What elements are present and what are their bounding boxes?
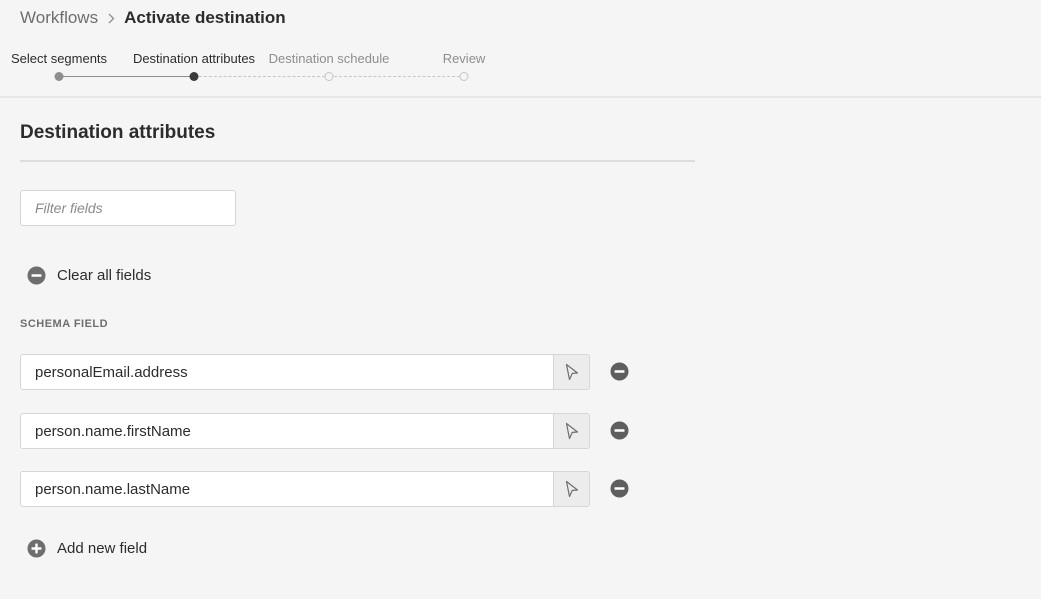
page-title: Activate destination [124,8,286,27]
chevron-right-icon [108,13,115,24]
filter-fields-input[interactable] [20,190,236,226]
step-destination-attributes[interactable]: Destination attributes [133,51,255,66]
step-destination-schedule: Destination schedule [268,51,390,66]
section-divider [20,160,695,162]
remove-field-button[interactable] [610,479,629,498]
remove-circle-icon [27,266,46,285]
clear-all-fields-label: Clear all fields [57,266,152,284]
workflow-stepper: Select segments Destination attributes D… [0,48,540,88]
select-pointer-icon [565,363,579,381]
step-dot-active [189,72,199,81]
stepper-line-complete [59,76,194,77]
schema-field-input[interactable] [21,355,553,389]
select-pointer-icon [565,422,579,440]
stepper-track [0,71,540,83]
step-dot-pending [324,72,334,81]
schema-field-box [20,413,590,449]
select-pointer-icon [565,480,579,498]
remove-field-button[interactable] [610,421,629,440]
breadcrumb-workflows-link[interactable]: Workflows [20,8,98,28]
add-new-field-button[interactable]: Add new field [27,538,147,558]
breadcrumb: Workflows Activate destination [20,7,286,29]
stepper-line-pending [334,76,460,77]
add-new-field-label: Add new field [57,539,148,557]
stepper-line-pending [199,76,325,77]
schema-field-box [20,354,590,390]
schema-field-input[interactable] [21,472,553,506]
field-picker-button[interactable] [553,355,589,389]
clear-all-fields-button[interactable]: Clear all fields [27,265,151,285]
remove-circle-icon [610,479,629,498]
schema-field-input[interactable] [21,414,553,448]
schema-field-row [20,354,640,390]
schema-field-box [20,471,590,507]
step-dot-pending [459,72,469,81]
remove-circle-icon [610,421,629,440]
field-picker-button[interactable] [553,472,589,506]
remove-field-button[interactable] [610,362,629,381]
field-picker-button[interactable] [553,414,589,448]
step-dot-complete [54,72,64,81]
remove-circle-icon [610,362,629,381]
step-review: Review [442,51,486,66]
step-select-segments[interactable]: Select segments [11,51,107,66]
add-circle-icon [27,539,46,558]
section-title: Destination attributes [20,122,216,143]
schema-field-row [20,413,640,449]
header-divider [0,96,1041,98]
schema-field-header: SCHEMA FIELD [20,318,109,330]
schema-field-row [20,471,640,507]
